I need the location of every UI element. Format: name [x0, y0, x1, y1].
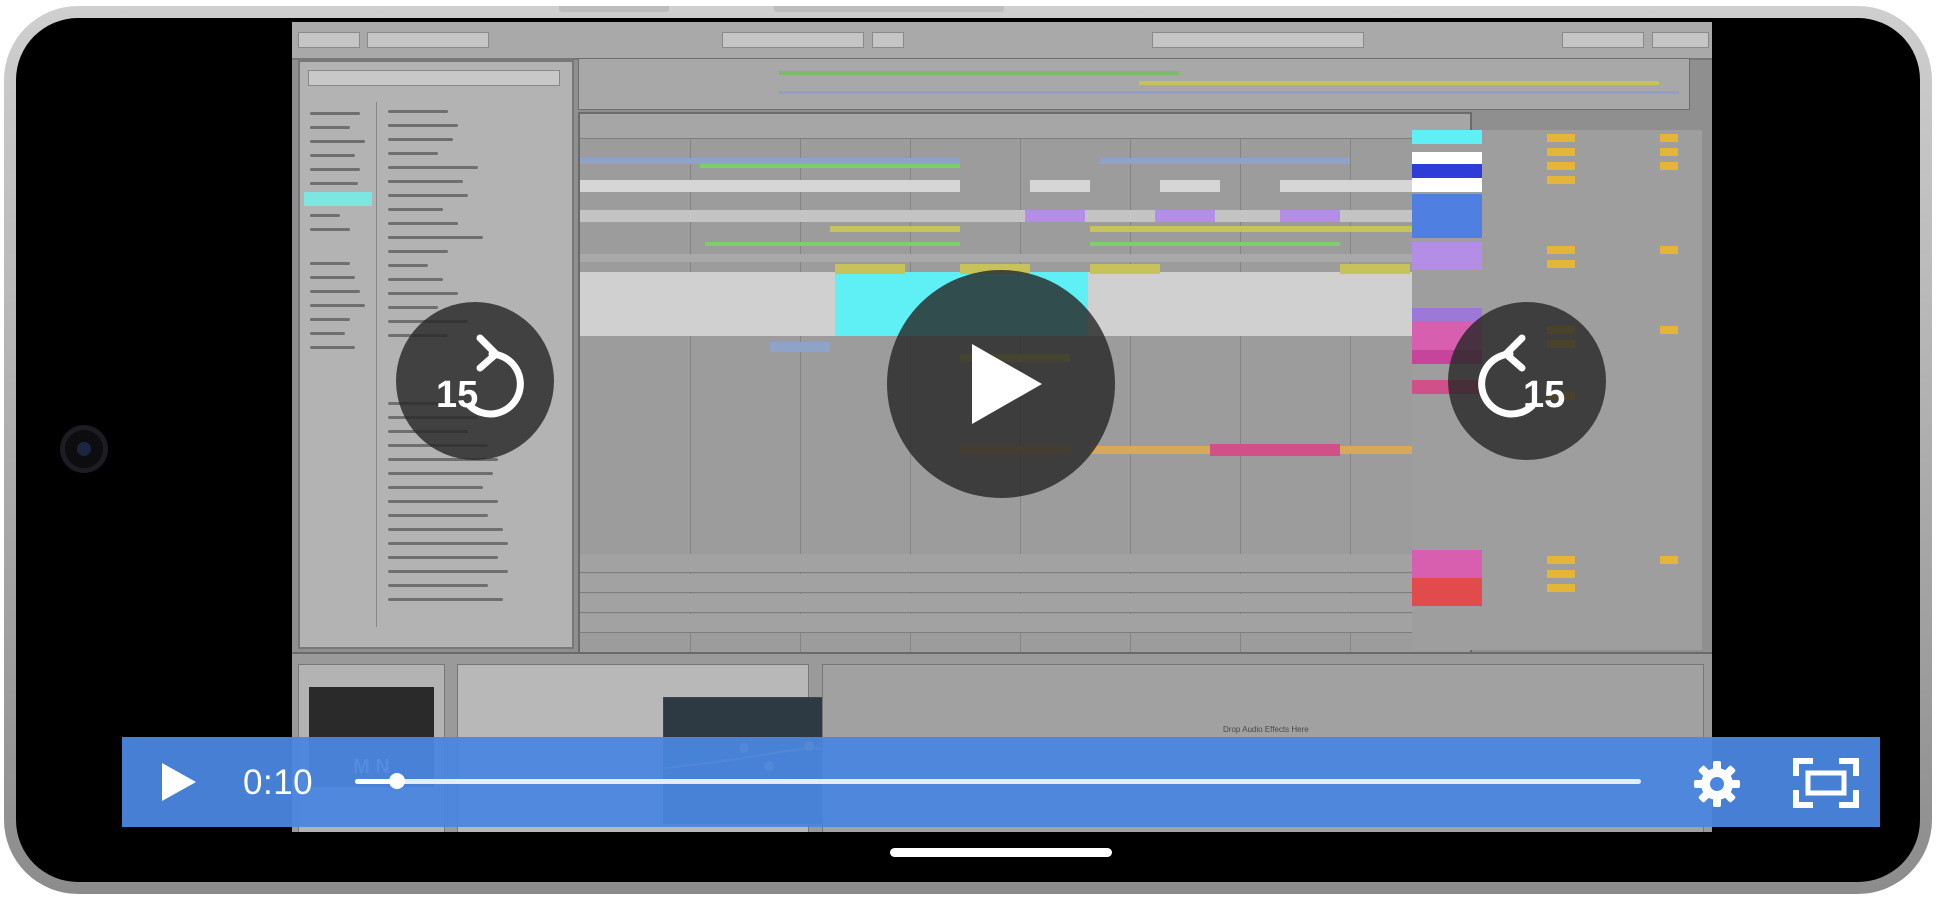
- seek-forward-button[interactable]: 15: [1448, 302, 1606, 460]
- center-play-button[interactable]: [887, 270, 1115, 498]
- volume-button: [559, 6, 669, 12]
- play-icon: [972, 344, 1042, 424]
- front-camera: [60, 425, 108, 473]
- progress-thumb[interactable]: [389, 773, 406, 789]
- seek-back-button[interactable]: 15: [396, 302, 554, 460]
- elapsed-time: 0:10: [243, 763, 314, 802]
- fullscreen-button[interactable]: [1792, 757, 1862, 809]
- daw-toolbar: [292, 22, 1712, 60]
- seek-forward-label: 15: [1523, 374, 1566, 416]
- home-indicator[interactable]: [890, 848, 1112, 857]
- daw-overview: [578, 58, 1690, 110]
- settings-gear-icon: [1694, 761, 1740, 807]
- power-button: [774, 6, 1004, 12]
- settings-button[interactable]: [1692, 759, 1744, 809]
- play-button[interactable]: [158, 762, 198, 802]
- fullscreen-icon: [1793, 758, 1859, 808]
- player-control-bar: 0:10: [122, 737, 1880, 827]
- progress-slider[interactable]: [355, 773, 1641, 789]
- seek-back-label: 15: [436, 374, 479, 416]
- play-icon: [162, 763, 196, 801]
- drop-hint: Drop Audio Effects Here: [1223, 725, 1309, 734]
